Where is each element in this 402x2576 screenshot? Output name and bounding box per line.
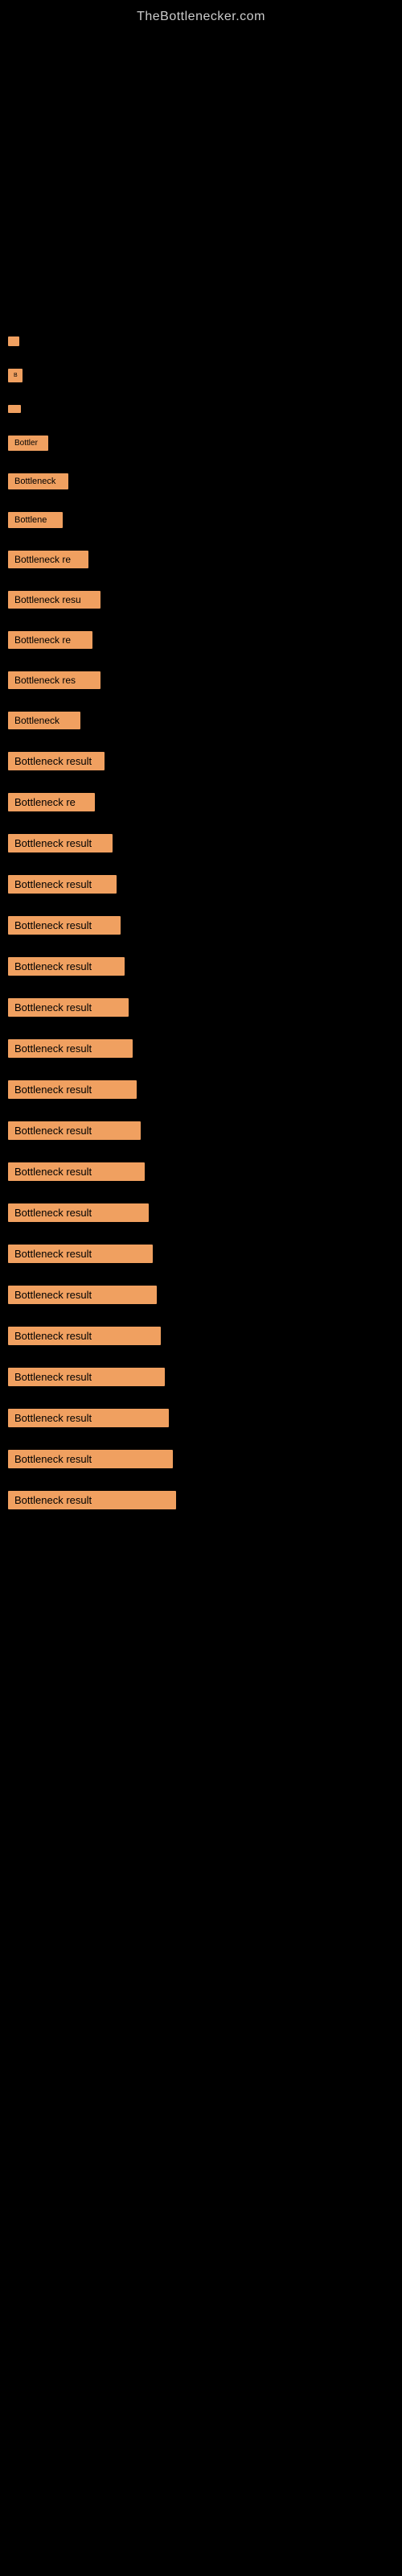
site-title: TheBottlenecker.com — [0, 0, 402, 31]
result-item-18: Bottleneck result — [8, 998, 129, 1017]
result-item-3 — [8, 405, 21, 413]
result-item-10: Bottleneck res — [8, 671, 100, 689]
result-item-14: Bottleneck result — [8, 834, 113, 852]
result-item-16: Bottleneck result — [8, 916, 121, 935]
result-item-20: Bottleneck result — [8, 1080, 137, 1099]
result-item-17: Bottleneck result — [8, 957, 125, 976]
result-item-8: Bottleneck resu — [8, 591, 100, 609]
result-item-11: Bottleneck — [8, 712, 80, 729]
result-item-13: Bottleneck re — [8, 793, 95, 811]
result-item-30: Bottleneck result — [8, 1491, 176, 1509]
result-item-23: Bottleneck result — [8, 1203, 149, 1222]
result-item-19: Bottleneck result — [8, 1039, 133, 1058]
result-item-4: Bottler — [8, 436, 48, 451]
result-item-6: Bottlene — [8, 512, 63, 528]
result-item-1 — [8, 336, 19, 346]
result-item-15: Bottleneck result — [8, 875, 117, 894]
result-item-29: Bottleneck result — [8, 1450, 173, 1468]
result-item-9: Bottleneck re — [8, 631, 92, 649]
result-item-22: Bottleneck result — [8, 1162, 145, 1181]
result-item-7: Bottleneck re — [8, 551, 88, 568]
result-item-5: Bottleneck — [8, 473, 68, 489]
result-item-26: Bottleneck result — [8, 1327, 161, 1345]
result-items-container: B Bottler Bottleneck Bottlene Bottleneck re B… — [0, 31, 402, 1532]
result-item-28: Bottleneck result — [8, 1409, 169, 1427]
result-item-2: B — [8, 369, 23, 382]
result-item-21: Bottleneck result — [8, 1121, 141, 1140]
result-item-24: Bottleneck result — [8, 1245, 153, 1263]
result-item-27: Bottleneck result — [8, 1368, 165, 1386]
result-item-12: Bottleneck result — [8, 752, 105, 770]
result-item-25: Bottleneck result — [8, 1286, 157, 1304]
